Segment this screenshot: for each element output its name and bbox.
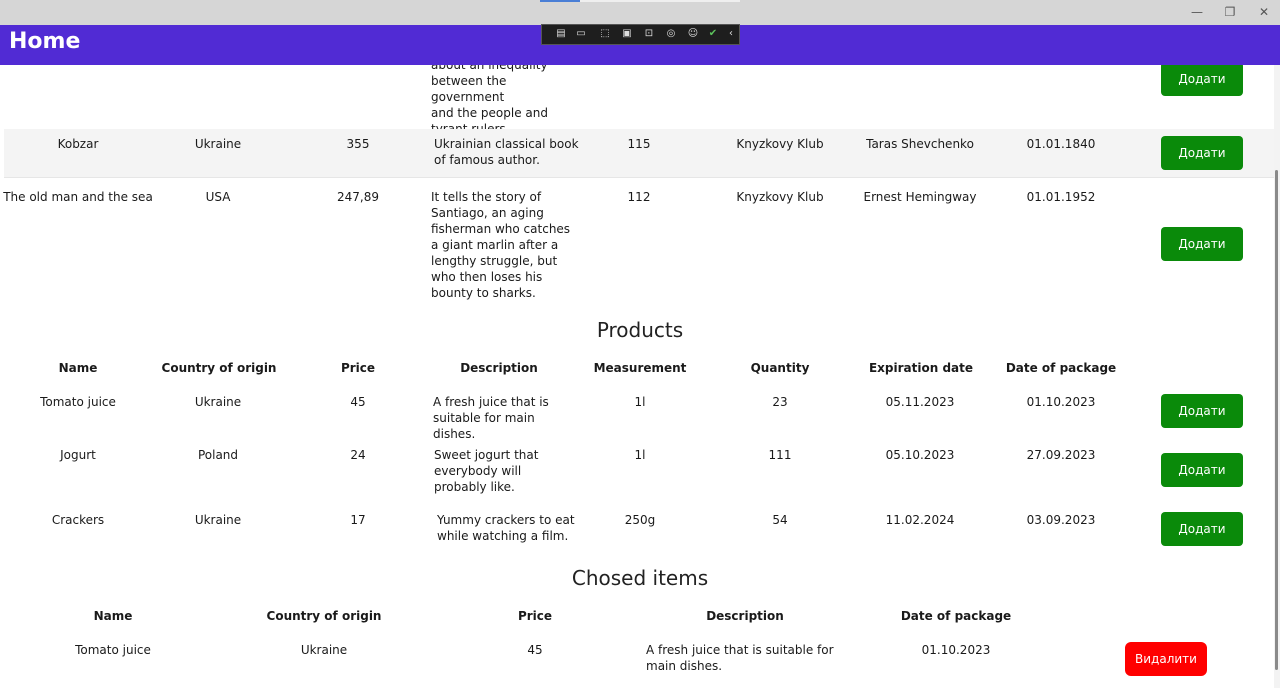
column-header: Date of package [1005, 361, 1117, 375]
book-name: The old man and the sea [3, 190, 153, 204]
book-date: 01.01.1840 [1026, 137, 1096, 151]
product-name: Tomato juice [40, 395, 116, 409]
product-package-date: 01.10.2023 [1026, 395, 1096, 409]
column-header: Price [340, 361, 376, 375]
chosen-description: A fresh juice that is suitable for main … [646, 643, 834, 673]
product-package-date: 03.09.2023 [1026, 513, 1096, 527]
column-header: Description [706, 609, 784, 623]
book-price: 247,89 [337, 190, 379, 204]
row-divider [4, 177, 1274, 178]
add-button[interactable]: Додати [1161, 65, 1243, 96]
product-measurement: 250g [624, 513, 656, 527]
column-header: Name [93, 609, 133, 623]
restore-button[interactable]: ❐ [1215, 2, 1245, 22]
product-description: A fresh juice that is suitable for main … [433, 395, 549, 441]
column-header: Date of package [900, 609, 1012, 623]
products-title: Products [596, 318, 684, 342]
product-country: Ukraine [194, 513, 242, 527]
book-author: Ernest Hemingway [863, 190, 977, 204]
product-quantity: 111 [768, 448, 792, 462]
add-button[interactable]: Додати [1161, 512, 1243, 546]
add-button[interactable]: Додати [1161, 394, 1243, 428]
chosen-package-date: 01.10.2023 [921, 643, 991, 657]
product-description: Yummy crackers to eat while watching a f… [437, 513, 575, 543]
main-content[interactable]: about an inequality between the governme… [0, 65, 1274, 688]
book-country: USA [205, 190, 231, 204]
product-quantity: 54 [772, 513, 788, 527]
minimize-button[interactable]: — [1182, 2, 1212, 22]
display-layout-icon[interactable]: ▣ [620, 27, 634, 41]
column-header: Country of origin [161, 361, 277, 375]
chosen-country: Ukraine [300, 643, 348, 657]
live-tree-icon[interactable]: ▤ [554, 27, 568, 41]
binding-failures-icon[interactable]: ◎ [664, 27, 678, 41]
column-header: Measurement [593, 361, 687, 375]
product-expiration: 05.10.2023 [885, 448, 955, 462]
book-publisher: Knyzkovy Klub [736, 190, 824, 204]
add-button[interactable]: Додати [1161, 453, 1243, 487]
product-country: Ukraine [194, 395, 242, 409]
book-price: 355 [346, 137, 370, 151]
window-titlebar: — ❐ ✕ [0, 0, 1280, 25]
book-description: It tells the story of Santiago, an aging… [431, 190, 571, 300]
product-measurement: 1l [634, 448, 646, 462]
select-element-icon[interactable]: ⬚ [598, 27, 612, 41]
book-date: 01.01.1952 [1026, 190, 1096, 204]
book-publisher: Knyzkovy Klub [736, 137, 824, 151]
tab-indicator [540, 0, 580, 2]
book-description: Ukrainian classical book of famous autho… [434, 137, 579, 167]
book-author: Taras Shevchenko [866, 137, 974, 151]
xaml-debug-toolbar: ▤ ▭ ⬚ ▣ ⊡ ◎ ☺ ✔ ‹ [541, 24, 740, 45]
product-country: Poland [197, 448, 239, 462]
page-title: Home [9, 29, 81, 54]
track-focus-icon[interactable]: ⊡ [642, 27, 656, 41]
scrollbar-thumb[interactable] [1275, 170, 1278, 670]
product-package-date: 27.09.2023 [1026, 448, 1096, 462]
column-header: Description [460, 361, 538, 375]
book-pages: 115 [627, 137, 651, 151]
product-name: Jogurt [60, 448, 96, 462]
add-button[interactable]: Додати [1161, 227, 1243, 261]
tab-indicator-2 [580, 0, 740, 2]
product-expiration: 11.02.2024 [885, 513, 955, 527]
column-header: Quantity [750, 361, 810, 375]
column-header: Expiration date [868, 361, 974, 375]
chosen-price: 45 [527, 643, 543, 657]
product-price: 17 [350, 513, 366, 527]
book-pages: 112 [627, 190, 651, 204]
product-description: Sweet jogurt that everybody will probabl… [434, 448, 539, 494]
product-measurement: 1l [634, 395, 646, 409]
check-icon[interactable]: ✔ [706, 27, 720, 41]
delete-button[interactable]: Видалити [1125, 642, 1207, 676]
product-price: 45 [350, 395, 366, 409]
chosen-name: Tomato juice [75, 643, 151, 657]
product-expiration: 05.11.2023 [885, 395, 955, 409]
product-price: 24 [350, 448, 366, 462]
book-country: Ukraine [194, 137, 242, 151]
vertical-scrollbar[interactable] [1274, 65, 1280, 688]
accessibility-icon[interactable]: ☺ [686, 27, 700, 41]
product-name: Crackers [51, 513, 105, 527]
book-name: Kobzar [57, 137, 99, 151]
product-quantity: 23 [772, 395, 788, 409]
record-icon[interactable]: ▭ [574, 27, 588, 41]
column-header: Price [517, 609, 553, 623]
close-button[interactable]: ✕ [1249, 2, 1279, 22]
chosen-items-title: Chosed items [571, 566, 709, 590]
column-header: Country of origin [266, 609, 382, 623]
collapse-icon[interactable]: ‹ [724, 27, 738, 41]
add-button[interactable]: Додати [1161, 136, 1243, 170]
column-header: Name [58, 361, 98, 375]
book-description-partial: about an inequality between the governme… [431, 65, 548, 136]
